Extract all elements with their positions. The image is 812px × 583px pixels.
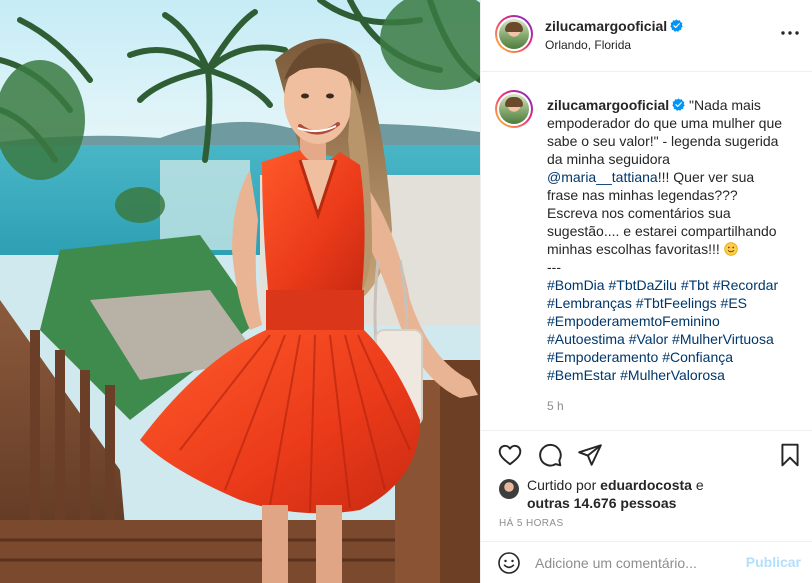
- add-comment-bar: Publicar: [481, 541, 812, 583]
- caption-separator: ---: [547, 259, 561, 275]
- post-action-bar: [481, 436, 812, 472]
- hashtag[interactable]: #TbtFeelings: [636, 295, 717, 311]
- hashtag[interactable]: #Autoestima: [547, 331, 625, 347]
- post-location[interactable]: Orlando, Florida: [545, 38, 631, 52]
- verified-badge-icon: [670, 19, 683, 32]
- hashtag[interactable]: #MulherValorosa: [620, 367, 725, 383]
- verified-badge-icon: [672, 98, 685, 111]
- hashtag-line-3: #EmpoderamemtoFeminino: [547, 312, 787, 330]
- likes-prefix: Curtido por: [527, 477, 601, 493]
- hashtag-line-5: #Empoderamento #Confiança: [547, 348, 787, 366]
- caption-username[interactable]: zilucamargooficial: [547, 97, 669, 113]
- comments-section: zilucamargooficial "Nada mais empoderado…: [481, 73, 812, 431]
- liker-avatar[interactable]: [499, 479, 519, 499]
- post-photo[interactable]: [0, 0, 480, 583]
- hashtag[interactable]: #Recordar: [713, 277, 778, 293]
- publish-button[interactable]: Publicar: [746, 554, 801, 570]
- hashtag[interactable]: #Confiança: [662, 349, 733, 365]
- hashtag[interactable]: #BemEstar: [547, 367, 616, 383]
- hashtag[interactable]: #TbtDaZilu: [608, 277, 676, 293]
- emoji-smile-icon[interactable]: [497, 551, 521, 575]
- comment-bubble-icon[interactable]: [537, 442, 563, 468]
- hashtag[interactable]: #Empoderamento: [547, 349, 658, 365]
- author-username[interactable]: zilucamargooficial: [545, 18, 683, 34]
- paper-plane-icon[interactable]: [577, 442, 603, 468]
- caption-mention[interactable]: @maria__tattiana: [547, 169, 658, 185]
- likes-count-link[interactable]: outras 14.676 pessoas: [527, 495, 676, 511]
- caption-author-avatar[interactable]: [495, 90, 533, 128]
- comment-input[interactable]: [535, 551, 735, 575]
- hashtag[interactable]: #Lembranças: [547, 295, 632, 311]
- author-avatar[interactable]: [495, 15, 533, 53]
- post-side-panel: zilucamargooficial Orlando, Florida zilu…: [480, 0, 812, 583]
- more-options-icon[interactable]: [779, 25, 801, 41]
- hashtag[interactable]: #EmpoderamemtoFeminino: [547, 313, 720, 329]
- bookmark-icon[interactable]: [777, 442, 803, 468]
- post-header: zilucamargooficial Orlando, Florida: [481, 0, 812, 72]
- author-username-text[interactable]: zilucamargooficial: [545, 18, 667, 34]
- hashtag-line-6: #BemEstar #MulherValorosa: [547, 366, 787, 384]
- likes-summary: Curtido por eduardocosta e outras 14.676…: [499, 476, 799, 512]
- liker-username[interactable]: eduardocosta: [600, 477, 692, 493]
- post-photo-illustration: [0, 0, 480, 583]
- hashtag[interactable]: #Valor: [629, 331, 668, 347]
- hashtag-line-1: #BomDia #TbtDaZilu #Tbt #Recordar: [547, 276, 787, 294]
- hashtag[interactable]: #MulherVirtuosa: [672, 331, 774, 347]
- heart-icon[interactable]: [497, 442, 523, 468]
- caption-time-ago[interactable]: 5 h: [547, 399, 564, 413]
- post-timestamp[interactable]: HÁ 5 HORAS: [499, 518, 564, 529]
- hashtag[interactable]: #BomDia: [547, 277, 605, 293]
- hashtag-line-2: #Lembranças #TbtFeelings #ES: [547, 294, 787, 312]
- smiling-face-emoji-icon: [723, 242, 738, 256]
- hashtag[interactable]: #ES: [721, 295, 747, 311]
- hashtag[interactable]: #Tbt: [681, 277, 709, 293]
- likes-middle: e: [691, 477, 704, 493]
- hashtag-line-4: #Autoestima #Valor #MulherVirtuosa: [547, 330, 787, 348]
- post-caption: zilucamargooficial "Nada mais empoderado…: [547, 96, 787, 384]
